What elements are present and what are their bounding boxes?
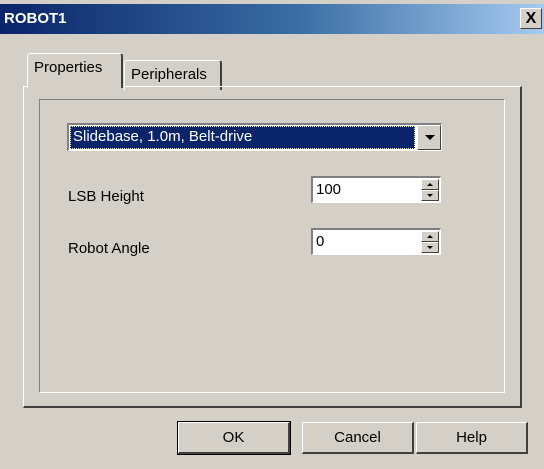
- title-bar[interactable]: ROBOT1 X: [0, 4, 544, 34]
- ok-button[interactable]: OK: [177, 421, 291, 455]
- robot-angle-label: Robot Angle: [68, 240, 150, 257]
- arrow-up-icon: [427, 183, 433, 186]
- robot-angle-spinner[interactable]: [311, 228, 441, 255]
- lsb-height-label: LSB Height: [68, 188, 144, 205]
- lsb-height-increment-button[interactable]: [421, 179, 439, 190]
- arrow-down-icon: [427, 246, 433, 249]
- tab-properties[interactable]: Properties: [27, 53, 123, 88]
- robot-angle-input[interactable]: [315, 231, 418, 253]
- robot-angle-increment-button[interactable]: [421, 231, 439, 242]
- tab-peripherals-label: Peripherals: [131, 66, 207, 83]
- lsb-height-input[interactable]: [315, 179, 418, 201]
- help-button[interactable]: Help: [416, 422, 528, 454]
- tab-properties-label: Properties: [34, 59, 103, 76]
- close-button[interactable]: X: [520, 8, 542, 29]
- window-title: ROBOT1: [4, 10, 67, 27]
- arrow-down-icon: [427, 194, 433, 197]
- cancel-button[interactable]: Cancel: [302, 422, 414, 454]
- lsb-height-decrement-button[interactable]: [421, 190, 439, 201]
- base-type-selected-value: Slidebase, 1.0m, Belt-drive: [70, 126, 415, 149]
- lsb-height-spinner[interactable]: [311, 176, 441, 203]
- dropdown-button[interactable]: [417, 125, 441, 150]
- robot-angle-decrement-button[interactable]: [421, 242, 439, 253]
- robot-properties-dialog: ROBOT1 X Properties Peripherals Slidebas…: [0, 0, 544, 469]
- base-type-dropdown[interactable]: Slidebase, 1.0m, Belt-drive: [67, 123, 442, 151]
- arrow-up-icon: [427, 235, 433, 238]
- chevron-down-icon: [425, 135, 435, 140]
